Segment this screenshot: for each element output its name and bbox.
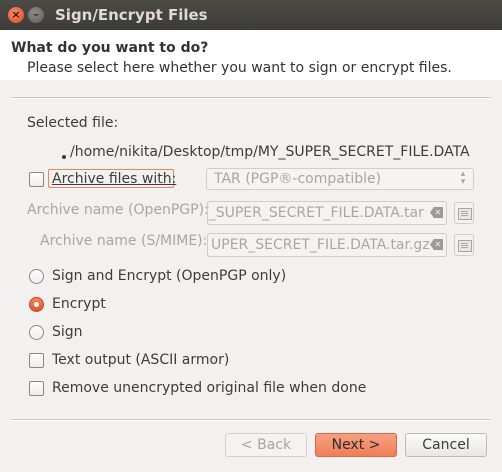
archive-checkbox-label[interactable]: Archive files with: [52,171,176,187]
clear-icon[interactable]: ✕ [430,207,443,218]
archive-format-combo[interactable]: TAR (PGP®-compatible) ▴ ▾ [206,168,474,190]
bullet-icon [62,155,66,159]
openpgp-archive-input[interactable]: /_SUPER_SECRET_FILE.DATA.tar ✕ [207,201,447,225]
window-title: Sign/Encrypt Files [55,6,208,24]
text-output-checkbox[interactable] [29,353,44,368]
openpgp-archive-label: Archive name (OpenPGP): [27,202,209,218]
close-window-button[interactable]: × [8,7,24,23]
openpgp-archive-value: /_SUPER_SECRET_FILE.DATA.tar [207,205,424,221]
cancel-button[interactable]: Cancel [405,433,487,457]
combo-arrows-icon: ▴ ▾ [460,169,466,187]
clear-icon[interactable]: ✕ [430,239,443,250]
smime-file-chooser-button[interactable] [454,234,474,256]
back-button[interactable]: < Back [225,433,307,457]
openpgp-file-chooser-button[interactable] [454,202,474,224]
sign-radio[interactable] [29,325,44,340]
archive-format-value: TAR (PGP®-compatible) [214,171,382,187]
sign-and-encrypt-label[interactable]: Sign and Encrypt (OpenPGP only) [52,268,286,284]
smime-archive-label: Archive name (S/MIME): [40,233,208,249]
selected-file-label: Selected file: [27,115,119,131]
smime-archive-value: UPER_SECRET_FILE.DATA.tar.gz [211,237,430,253]
wizard-header: What do you want to do? Please select he… [0,30,502,80]
encrypt-radio[interactable] [29,297,44,312]
smime-archive-input[interactable]: UPER_SECRET_FILE.DATA.tar.gz ✕ [207,233,447,257]
file-icon [458,240,472,252]
bottom-separator [11,419,491,421]
remove-original-checkbox[interactable] [29,381,44,396]
page-title: What do you want to do? [11,40,209,56]
next-button[interactable]: Next > [315,433,397,457]
archive-checkbox-text: Archive files with: [52,171,177,187]
encrypt-label[interactable]: Encrypt [52,296,106,312]
title-bar: × – Sign/Encrypt Files [0,0,502,31]
sign-label[interactable]: Sign [52,324,83,340]
selected-file-path: /home/nikita/Desktop/tmp/MY_SUPER_SECRET… [70,144,470,160]
archive-checkbox[interactable] [29,172,44,187]
top-separator [11,97,491,99]
sign-and-encrypt-radio[interactable] [29,269,44,284]
text-output-label[interactable]: Text output (ASCII armor) [52,352,229,368]
minimize-window-button[interactable]: – [28,7,44,23]
remove-original-label[interactable]: Remove unencrypted original file when do… [52,380,366,396]
file-icon [458,208,472,220]
page-subtitle: Please select here whether you want to s… [27,60,452,76]
